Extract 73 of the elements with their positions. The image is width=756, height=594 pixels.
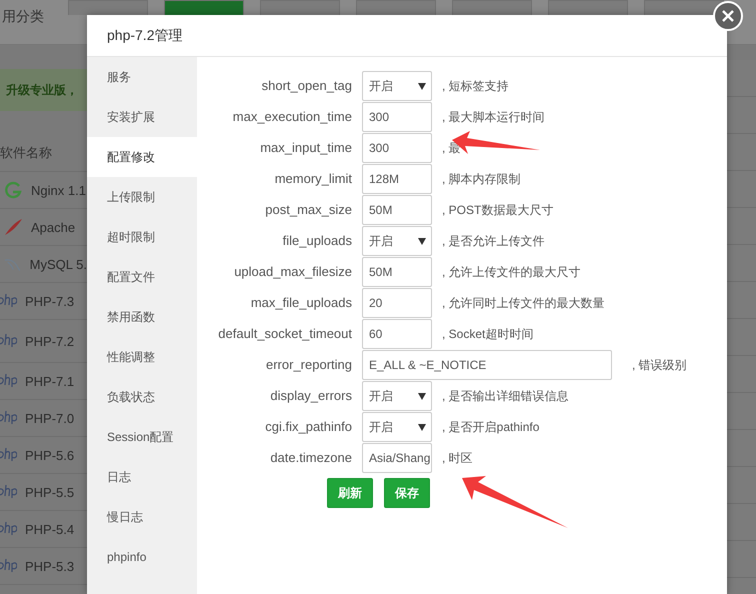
setting-hint: , 允许同时上传文件的最大数量 <box>442 295 605 312</box>
menu-item[interactable]: 安装扩展 <box>87 97 197 137</box>
select-field[interactable]: 开启 <box>362 226 432 256</box>
setting-label: default_socket_timeout <box>217 325 352 343</box>
select-field[interactable]: 开启 <box>362 381 432 411</box>
setting-label: file_uploads <box>282 232 352 250</box>
category-label: 用分类 <box>2 7 45 26</box>
menu-item[interactable]: 服务 <box>87 57 197 97</box>
setting-label: max_file_uploads <box>250 294 352 312</box>
input-field[interactable]: Asia/Shang <box>362 443 432 473</box>
banner-text: 升级专业版， <box>5 82 78 98</box>
setting-hint: , 是否允许上传文件 <box>442 233 545 250</box>
setting-hint: , 是否开启pathinfo <box>442 419 540 436</box>
setting-label: date.timezone <box>269 449 352 467</box>
setting-hint: , 是否输出详细错误信息 <box>442 388 569 405</box>
setting-label: max_execution_time <box>232 108 352 126</box>
menu-item[interactable]: 性能调整 <box>87 337 197 377</box>
input-field[interactable]: 50M <box>362 195 432 225</box>
software-name: Apache <box>31 220 76 234</box>
setting-hint: , 错误级别 <box>632 357 687 374</box>
setting-hint: , POST数据最大尺寸 <box>442 202 554 219</box>
setting-label: upload_max_filesize <box>233 263 352 281</box>
setting-hint: , 脚本内存限制 <box>442 171 521 188</box>
software-name: PHP-5.3 <box>25 558 74 574</box>
input-field[interactable]: 128M <box>362 164 432 194</box>
setting-hint: , 时区 <box>442 450 473 467</box>
menu-item[interactable]: 慢日志 <box>87 497 197 537</box>
input-field[interactable]: E_ALL & ~E_NOTICE <box>362 350 612 380</box>
software-name: PHP-5.5 <box>25 484 74 500</box>
setting-hint: , 短标签支持 <box>442 78 509 95</box>
menu-item[interactable]: phpinfo <box>87 537 197 577</box>
menu-item[interactable]: 配置修改 <box>87 137 197 177</box>
software-name: PHP-5.4 <box>25 522 74 536</box>
setting-hint: , 最大脚本运行时间 <box>442 109 545 126</box>
menu-item[interactable]: 日志 <box>87 457 197 497</box>
setting-label: max_input_time <box>259 139 352 157</box>
menu-item[interactable]: 配置文件 <box>87 257 197 297</box>
menu-item[interactable]: 负载状态 <box>87 377 197 417</box>
input-field[interactable]: 60 <box>362 319 432 349</box>
setting-hint: , Socket超时时间 <box>442 326 534 343</box>
setting-label: post_max_size <box>264 201 352 219</box>
software-name: PHP-7.2 <box>25 334 74 348</box>
setting-hint: , 允许上传文件的最大尺寸 <box>442 264 581 281</box>
g-logo-icon <box>3 180 23 200</box>
menu-item[interactable]: 禁用函数 <box>87 297 197 337</box>
caret-icon <box>418 238 426 244</box>
caret-icon <box>418 424 426 430</box>
select-field[interactable]: 开启 <box>362 412 432 442</box>
software-name: PHP-5.6 <box>25 448 74 462</box>
dialog-title: php-7.2管理 <box>87 15 727 57</box>
select-field[interactable]: 开启 <box>362 71 432 101</box>
category-tab[interactable] <box>644 0 724 15</box>
setting-label: memory_limit <box>274 170 352 188</box>
input-field[interactable]: 50M <box>362 257 432 287</box>
caret-icon <box>418 392 426 400</box>
software-name: PHP-7.1 <box>25 374 74 388</box>
input-field[interactable]: 300 <box>362 102 432 132</box>
software-name: PHP-7.0 <box>25 410 74 426</box>
menu-item[interactable]: Session配置 <box>87 417 197 457</box>
setting-label: short_open_tag <box>260 77 352 95</box>
setting-label: cgi.fix_pathinfo <box>264 418 352 436</box>
input-field[interactable]: 300 <box>362 133 432 163</box>
software-name: Nginx 1.1 <box>31 182 86 198</box>
software-name: MySQL 5. <box>30 256 87 272</box>
setting-label: error_reporting <box>265 356 352 374</box>
setting-label: display_errors <box>269 387 352 405</box>
close-icon <box>722 10 734 22</box>
input-field[interactable]: 20 <box>362 288 432 318</box>
software-name: PHP-7.3 <box>25 294 74 308</box>
caret-icon <box>418 82 426 90</box>
menu-item[interactable]: 超时限制 <box>87 217 197 257</box>
menu-item[interactable]: 上传限制 <box>87 177 197 217</box>
feather-icon <box>3 217 23 237</box>
